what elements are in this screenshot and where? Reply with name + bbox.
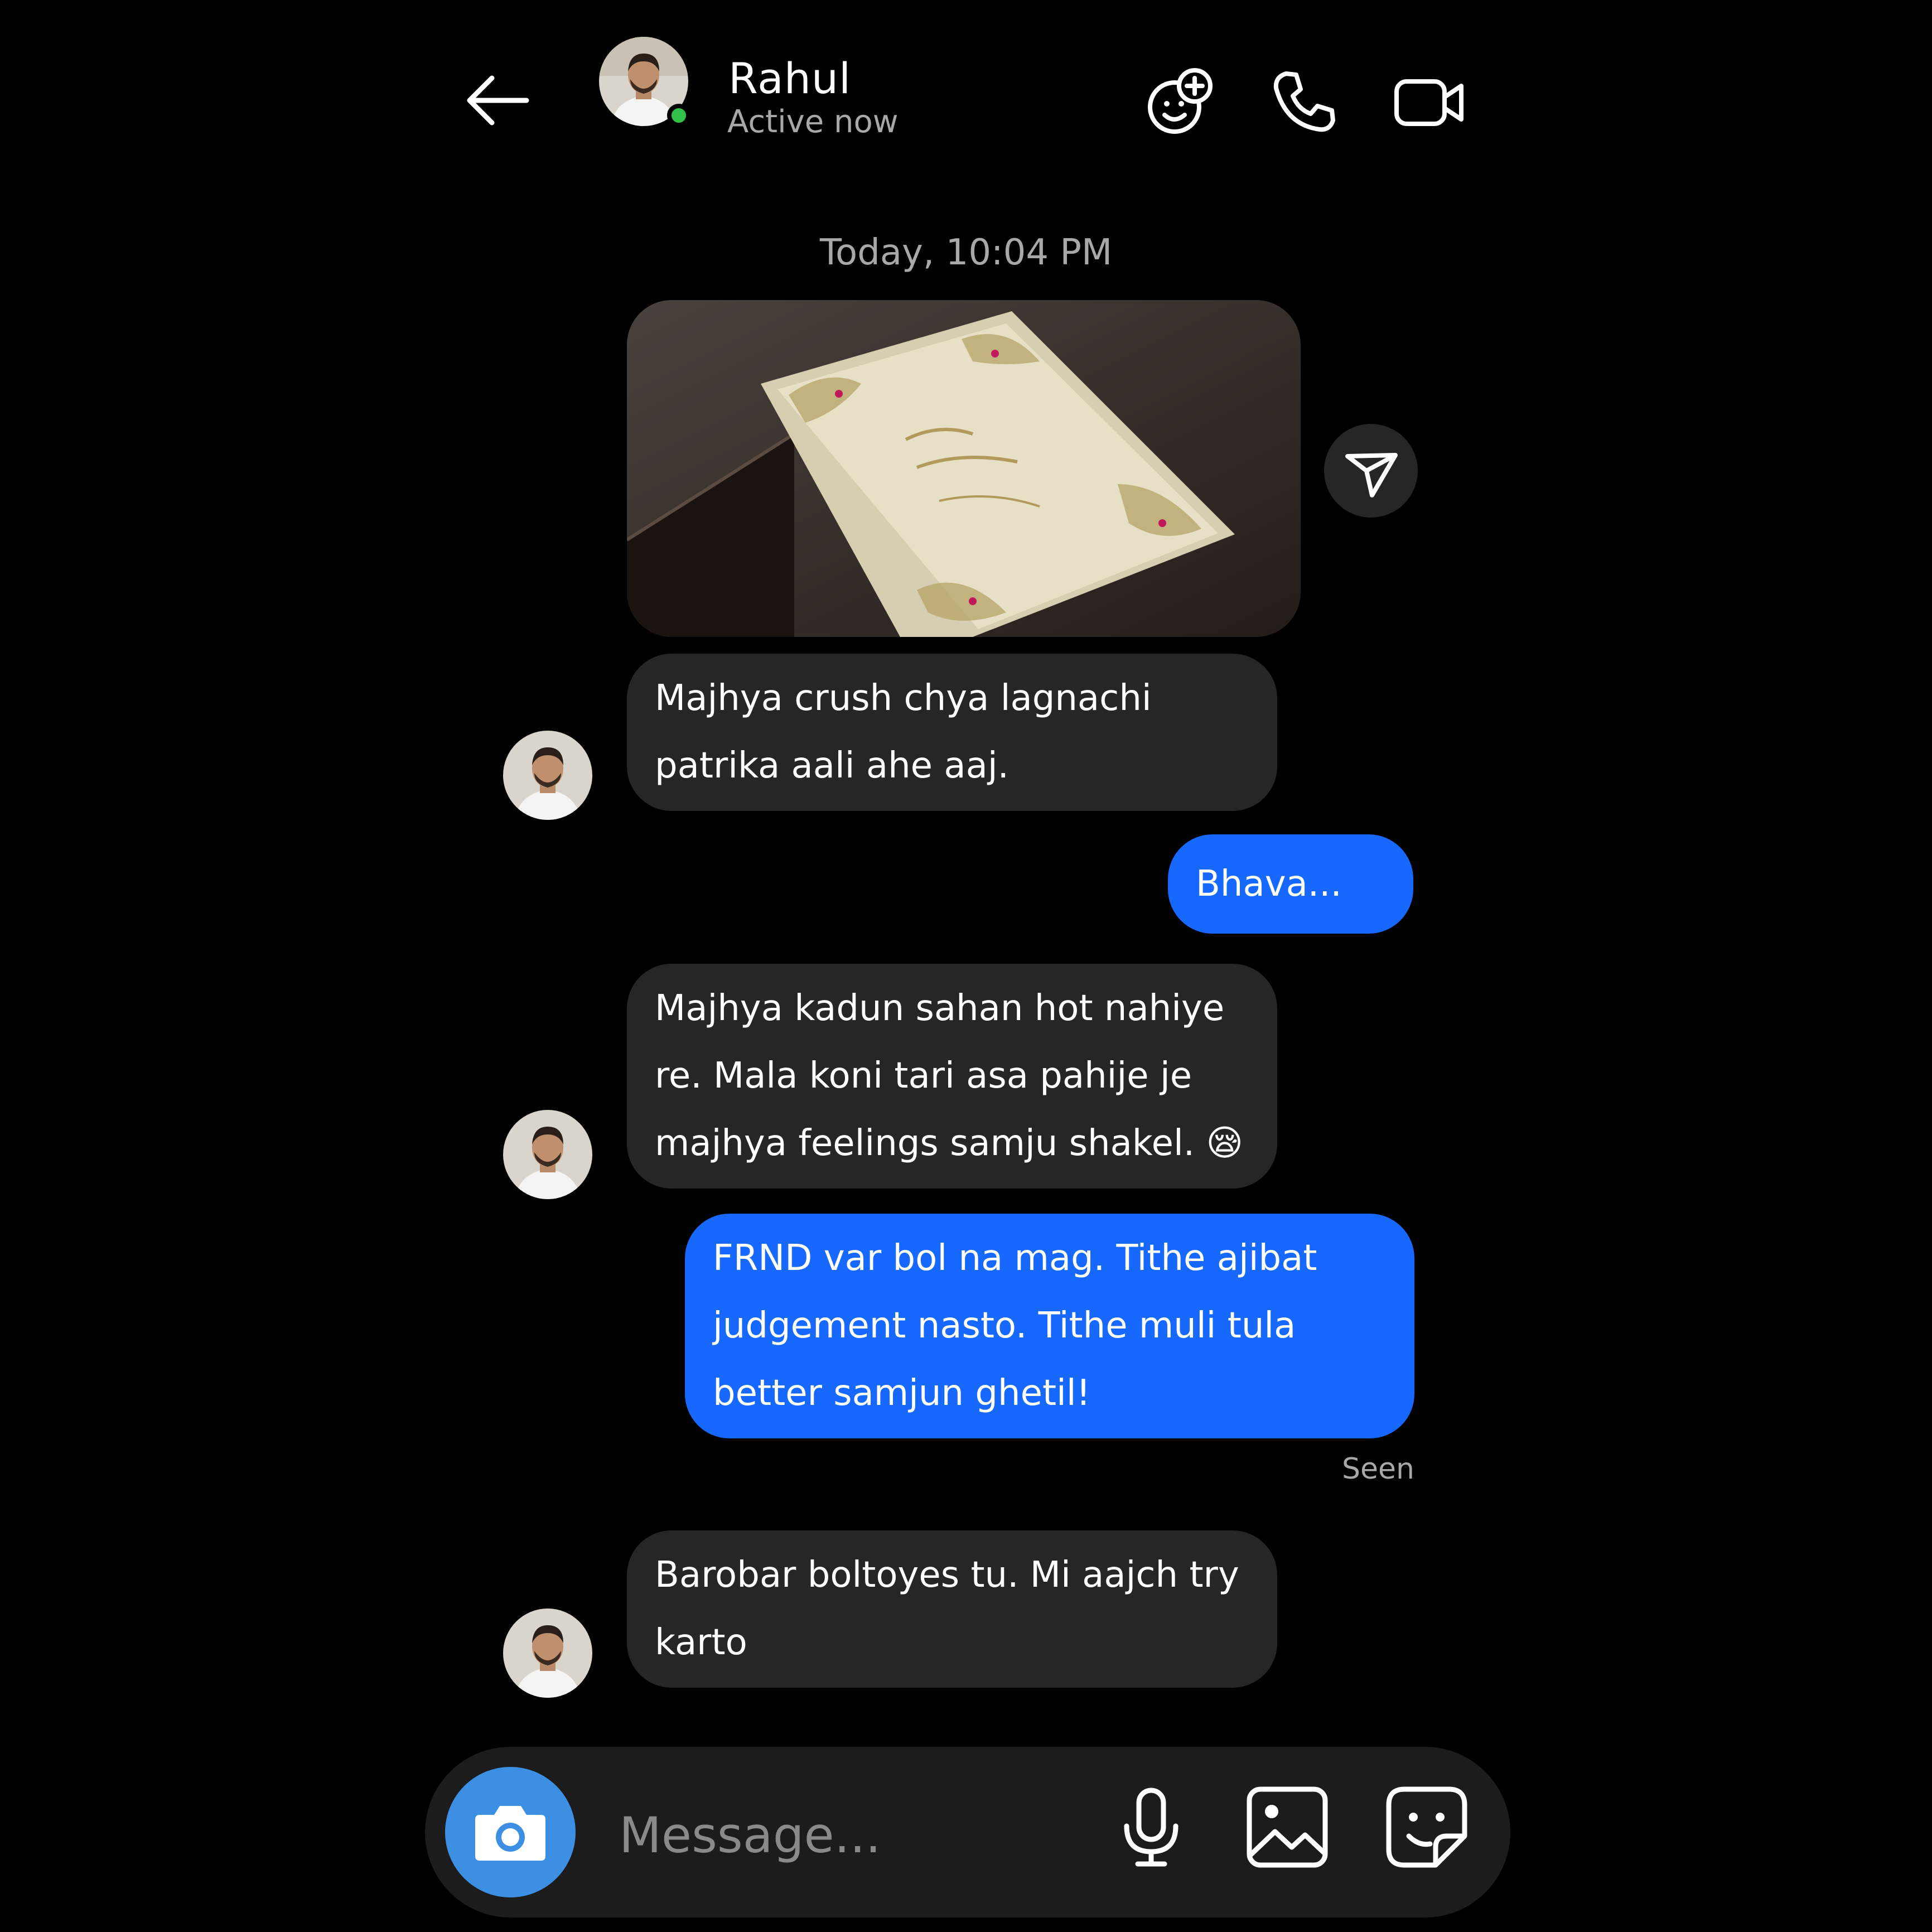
online-indicator bbox=[667, 104, 690, 127]
active-status: Active now bbox=[727, 104, 899, 140]
back-button[interactable] bbox=[464, 73, 531, 128]
message-input[interactable] bbox=[619, 1801, 1054, 1868]
invitation-photo bbox=[627, 300, 1301, 637]
share-button[interactable] bbox=[1324, 424, 1418, 518]
phone-icon bbox=[1273, 71, 1335, 132]
back-arrow-icon bbox=[467, 75, 529, 125]
send-icon bbox=[1345, 453, 1398, 498]
camera-button[interactable] bbox=[445, 1767, 576, 1897]
effects-icon bbox=[1148, 68, 1213, 134]
image-message[interactable] bbox=[627, 300, 1301, 637]
voice-call-button[interactable] bbox=[1267, 66, 1340, 138]
effects-button[interactable] bbox=[1143, 66, 1216, 138]
video-camera-icon bbox=[1394, 79, 1464, 126]
outgoing-message[interactable]: Bhava... 💔 bbox=[1168, 834, 1413, 1004]
chat-screen: Rahul Active now Today, 10:04 PM Majhya … bbox=[0, 0, 1932, 1932]
incoming-message[interactable]: Barobar boltoyes tu. Mi aajch try karto bbox=[627, 1530, 1277, 1688]
sticker-button[interactable] bbox=[1382, 1783, 1471, 1872]
microphone-icon bbox=[1124, 1788, 1178, 1867]
contact-name[interactable]: Rahul bbox=[728, 54, 851, 103]
camera-icon bbox=[475, 1806, 545, 1861]
gallery-icon bbox=[1247, 1786, 1328, 1868]
thread-timestamp: Today, 10:04 PM bbox=[819, 232, 1113, 273]
gallery-button[interactable] bbox=[1243, 1783, 1332, 1872]
sender-avatar[interactable] bbox=[503, 1609, 592, 1698]
voice-message-button[interactable] bbox=[1107, 1783, 1196, 1872]
sender-avatar[interactable] bbox=[503, 731, 592, 820]
outgoing-message[interactable]: FRND var bol na mag. Tithe ajibat judgem… bbox=[685, 1214, 1414, 1438]
incoming-message[interactable]: Majhya kadun sahan hot nahiye re. Mala k… bbox=[627, 964, 1277, 1189]
sticker-icon bbox=[1386, 1786, 1467, 1868]
incoming-message[interactable]: Majhya crush chya lagnachi patrika aali … bbox=[627, 654, 1277, 811]
video-call-button[interactable] bbox=[1393, 66, 1466, 138]
sender-avatar[interactable] bbox=[503, 1110, 592, 1199]
seen-receipt: Seen bbox=[1342, 1452, 1414, 1486]
